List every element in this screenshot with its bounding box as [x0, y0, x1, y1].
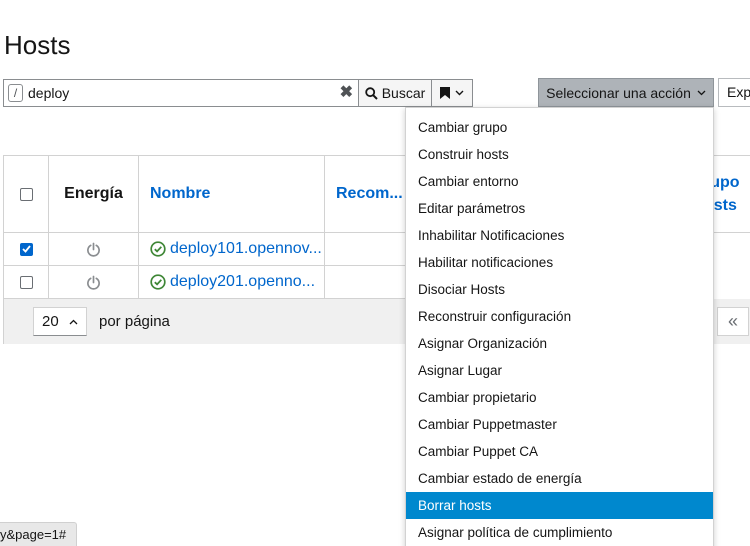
checkmark-icon — [21, 245, 31, 253]
select-all-checkbox[interactable] — [19, 187, 33, 201]
select-action-button[interactable]: Seleccionar una acción — [538, 78, 714, 107]
menu-item-change-environment[interactable]: Cambiar entorno — [406, 168, 713, 195]
check-circle-icon — [150, 241, 166, 257]
page-title: Hosts — [4, 30, 71, 60]
status-bar-url: y&page=1# — [0, 522, 78, 546]
slash-shortcut-hint: / — [8, 84, 23, 102]
power-icon — [87, 275, 100, 290]
menu-item-change-puppetmaster[interactable]: Cambiar Puppetmaster — [406, 411, 713, 438]
bookmark-icon — [440, 87, 450, 99]
search-button[interactable]: Buscar — [358, 79, 432, 107]
menu-item-assign-location[interactable]: Asignar Lugar — [406, 357, 713, 384]
menu-item-change-owner[interactable]: Cambiar propietario — [406, 384, 713, 411]
check-circle-icon — [150, 274, 166, 290]
first-page-button[interactable]: « — [717, 307, 749, 336]
chevron-up-icon — [69, 319, 78, 324]
per-page-value: 20 — [42, 313, 59, 330]
search-box[interactable]: / ✖ — [3, 79, 359, 107]
table-row — [4, 266, 49, 299]
host-link[interactable]: deploy201.openno... — [170, 273, 315, 291]
clear-icon[interactable]: ✖ — [340, 85, 353, 101]
power-status-cell — [49, 233, 139, 266]
host-name-cell: deploy201.openno... — [139, 266, 325, 299]
menu-item-enable-notifications[interactable]: Habilitar notificaciones — [406, 249, 713, 276]
export-button[interactable]: Exp — [718, 78, 750, 107]
bookmark-button[interactable] — [431, 79, 473, 107]
column-header-name[interactable]: Nombre — [139, 156, 325, 233]
host-name-cell: deploy101.opennov... — [139, 233, 325, 266]
search-icon — [365, 86, 378, 100]
menu-item-change-power-state[interactable]: Cambiar estado de energía — [406, 465, 713, 492]
menu-item-delete-hosts[interactable]: Borrar hosts — [406, 492, 713, 519]
action-dropdown-menu: Cambiar grupo Construir hosts Cambiar en… — [405, 107, 714, 546]
menu-item-rebuild-config[interactable]: Reconstruir configuración — [406, 303, 713, 330]
chevron-down-icon — [697, 90, 706, 95]
menu-item-disable-notifications[interactable]: Inhabilitar Notificaciones — [406, 222, 713, 249]
menu-item-change-group[interactable]: Cambiar grupo — [406, 114, 713, 141]
menu-item-build-hosts[interactable]: Construir hosts — [406, 141, 713, 168]
power-icon — [87, 242, 100, 257]
menu-item-assign-organization[interactable]: Asignar Organización — [406, 330, 713, 357]
menu-item-disassociate-hosts[interactable]: Disociar Hosts — [406, 276, 713, 303]
host-link[interactable]: deploy101.opennov... — [170, 240, 322, 258]
menu-item-assign-compliance-policy[interactable]: Asignar política de cumplimiento — [406, 519, 713, 546]
table-row — [4, 233, 49, 266]
menu-item-edit-parameters[interactable]: Editar parámetros — [406, 195, 713, 222]
select-action-label: Seleccionar una acción — [546, 84, 691, 101]
search-button-label: Buscar — [381, 85, 426, 101]
search-input[interactable] — [28, 84, 328, 102]
per-page-label: por página — [99, 313, 170, 330]
chevron-down-icon — [455, 90, 464, 96]
row-checkbox[interactable] — [19, 275, 33, 289]
select-all-cell — [4, 156, 49, 233]
row-checkbox[interactable] — [19, 242, 33, 256]
column-header-energy: Energía — [49, 156, 139, 233]
menu-item-change-puppet-ca[interactable]: Cambiar Puppet CA — [406, 438, 713, 465]
power-status-cell — [49, 266, 139, 299]
per-page-select[interactable]: 20 — [33, 307, 87, 336]
